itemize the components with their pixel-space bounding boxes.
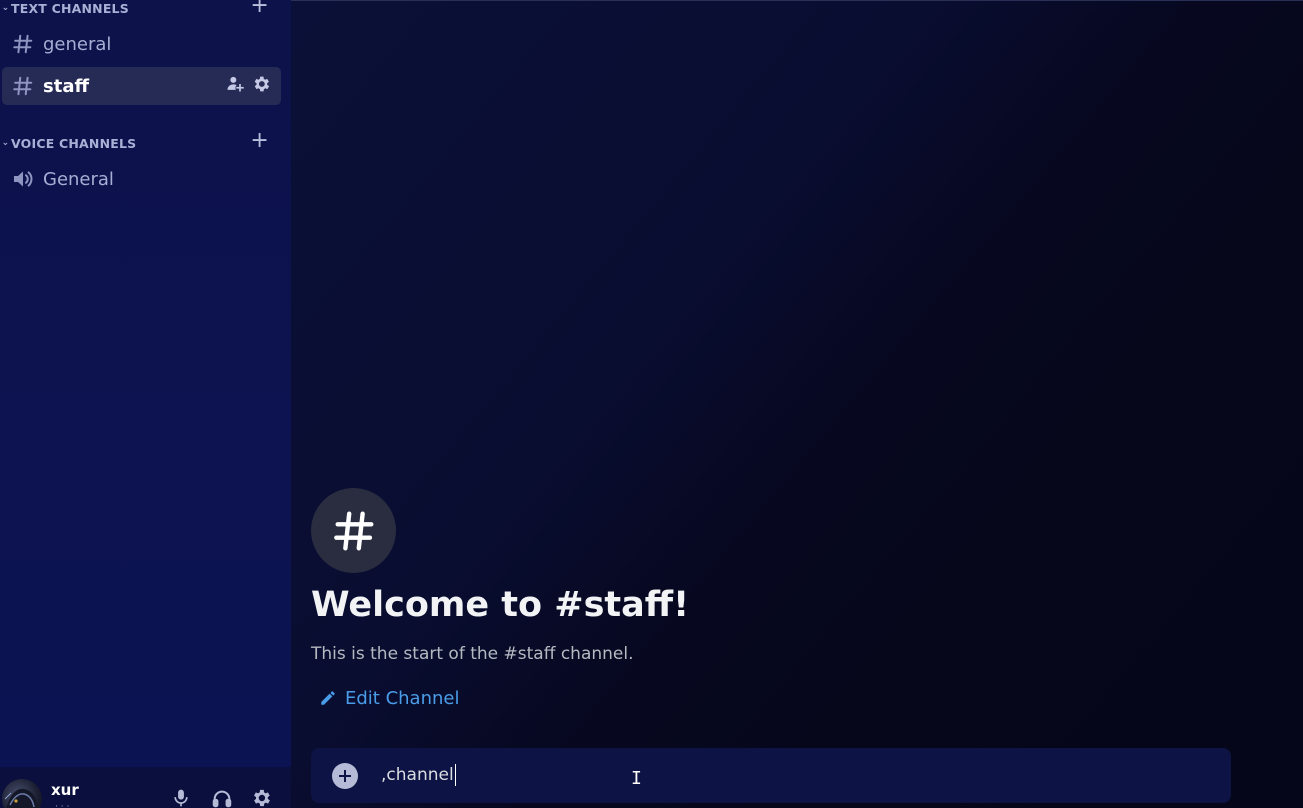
channel-general[interactable]: general bbox=[2, 25, 281, 63]
hashtag-icon bbox=[10, 75, 36, 97]
message-input-value: ,channel bbox=[381, 765, 454, 785]
channel-staff[interactable]: staff bbox=[2, 67, 281, 105]
divider bbox=[291, 0, 1303, 1]
add-text-channel-icon[interactable]: + bbox=[250, 0, 269, 17]
microphone-icon[interactable] bbox=[168, 785, 194, 808]
headphones-icon[interactable] bbox=[209, 785, 235, 808]
category-voice-channels[interactable]: ⌄ VOICE CHANNELS + bbox=[0, 130, 291, 153]
channel-name: General bbox=[43, 168, 114, 190]
mouse-ibeam-cursor: I bbox=[631, 768, 642, 789]
category-text-channels[interactable]: ⌄ TEXT CHANNELS + bbox=[0, 0, 291, 18]
hashtag-icon bbox=[10, 33, 36, 55]
chevron-down-icon: ⌄ bbox=[1, 138, 10, 148]
avatar[interactable] bbox=[2, 779, 42, 808]
chat-area: Welcome to #staff! This is the start of … bbox=[291, 0, 1303, 808]
user-status: · · · bbox=[55, 802, 70, 808]
username: xur bbox=[51, 781, 79, 799]
channel-name: general bbox=[43, 33, 112, 55]
channel-name: staff bbox=[43, 75, 90, 97]
invite-icon[interactable] bbox=[225, 74, 245, 99]
category-label: TEXT CHANNELS bbox=[11, 0, 129, 16]
pencil-icon bbox=[319, 689, 337, 707]
channel-actions bbox=[225, 67, 271, 105]
gear-icon[interactable] bbox=[248, 785, 274, 808]
message-composer: ,channel bbox=[311, 748, 1231, 803]
app-window: ⌄ TEXT CHANNELS + general staff ⌄ VOICE … bbox=[0, 0, 1303, 808]
edit-channel-link[interactable]: Edit Channel bbox=[319, 684, 459, 712]
plus-circle-icon[interactable] bbox=[332, 763, 358, 789]
user-panel: xur · · · bbox=[0, 767, 291, 808]
channel-sidebar: ⌄ TEXT CHANNELS + general staff ⌄ VOICE … bbox=[0, 0, 291, 808]
gear-icon[interactable] bbox=[251, 74, 271, 99]
speaker-icon bbox=[10, 167, 36, 191]
category-label: VOICE CHANNELS bbox=[11, 135, 137, 151]
text-caret bbox=[454, 764, 456, 786]
add-voice-channel-icon[interactable]: + bbox=[250, 130, 269, 152]
welcome-title: Welcome to #staff! bbox=[311, 585, 690, 625]
welcome-subtitle: This is the start of the #staff channel. bbox=[311, 644, 634, 664]
chevron-down-icon: ⌄ bbox=[1, 3, 10, 13]
edit-channel-label: Edit Channel bbox=[345, 687, 460, 709]
message-input[interactable]: ,channel bbox=[381, 764, 456, 786]
channel-voice-general[interactable]: General bbox=[2, 160, 281, 198]
hashtag-icon bbox=[311, 488, 396, 573]
